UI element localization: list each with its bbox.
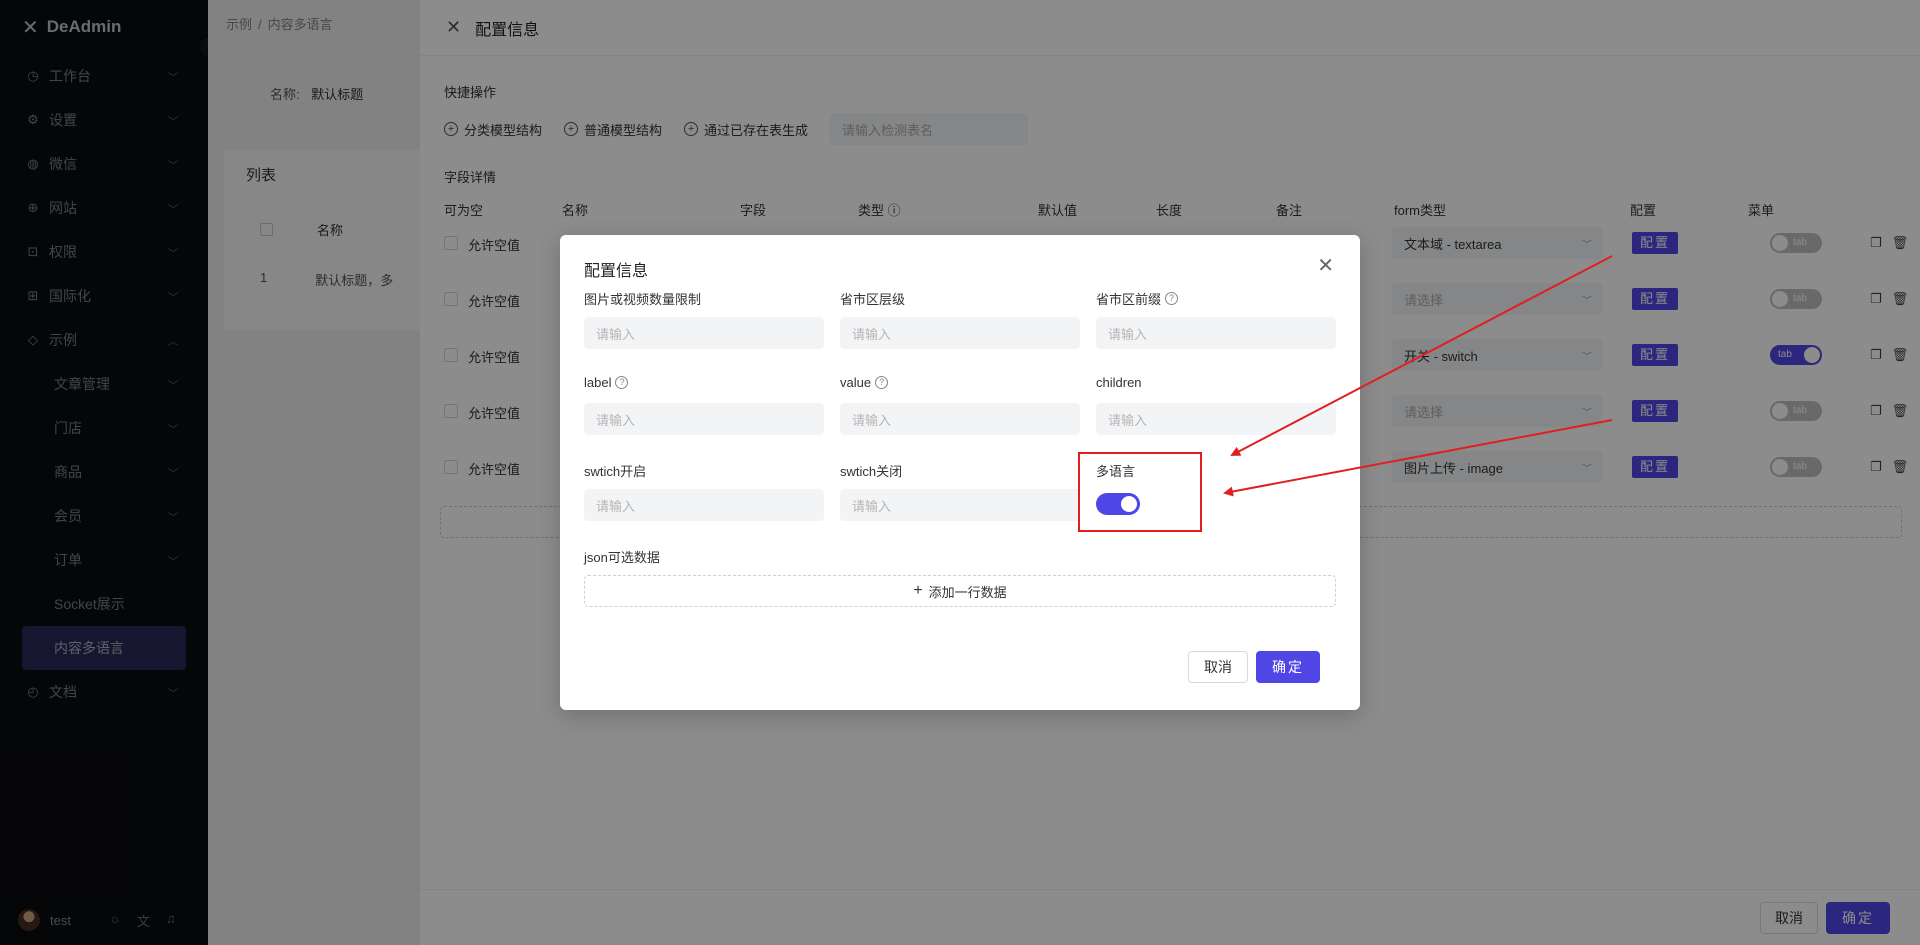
modal-confirm-button[interactable]: 确定 — [1256, 651, 1320, 683]
field-label-value: value? — [840, 375, 889, 390]
field-label-text: 省市区前缀 — [1096, 292, 1162, 307]
annotation-highlight-box — [1078, 452, 1202, 532]
modal-cancel-button[interactable]: 取消 — [1188, 651, 1248, 683]
field-label-media-limit: 图片或视频数量限制 — [584, 289, 701, 308]
region-prefix-input[interactable]: 请输入 — [1096, 317, 1336, 349]
value-key-input[interactable]: 请输入 — [840, 403, 1080, 435]
help-icon[interactable]: ? — [1165, 292, 1179, 305]
field-label-json-options: json可选数据 — [584, 547, 660, 566]
field-label-text: children — [1096, 375, 1142, 390]
close-icon[interactable]: ✕ — [1317, 253, 1334, 278]
field-label-text: 图片或视频数量限制 — [584, 292, 702, 307]
field-label-text: value — [840, 375, 872, 390]
label-key-input[interactable]: 请输入 — [584, 403, 824, 435]
field-label-label: label? — [584, 375, 629, 390]
field-label-switch-on: swtich开启 — [584, 461, 646, 480]
add-data-row-button[interactable]: + 添加一行数据 — [584, 575, 1336, 607]
switch-on-input[interactable]: 请输入 — [584, 489, 824, 521]
field-label-text: swtich关闭 — [840, 464, 903, 479]
region-level-input[interactable]: 请输入 — [840, 317, 1080, 349]
switch-off-input[interactable]: 请输入 — [840, 489, 1080, 521]
help-icon[interactable]: ? — [615, 376, 629, 389]
main-overlay-mask[interactable] — [0, 0, 420, 945]
field-label-region-level: 省市区层级 — [840, 289, 905, 308]
modal-title: 配置信息 — [584, 263, 649, 280]
field-label-text: json可选数据 — [584, 550, 660, 565]
children-key-input[interactable]: 请输入 — [1096, 403, 1336, 435]
field-label-region-prefix: 省市区前缀? — [1096, 289, 1179, 308]
field-label-text: 省市区层级 — [840, 292, 906, 307]
add-row-label: 添加一行数据 — [928, 584, 1007, 600]
field-label-text: swtich开启 — [584, 464, 647, 479]
field-label-switch-off: swtich关闭 — [840, 461, 902, 480]
config-modal: 配置信息 ✕ 图片或视频数量限制 请输入 省市区层级 请输入 省市区前缀? 请输… — [560, 235, 1360, 710]
field-label-children: children — [1096, 375, 1142, 390]
plus-icon: + — [913, 582, 923, 599]
help-icon[interactable]: ? — [875, 376, 889, 389]
media-limit-input[interactable]: 请输入 — [584, 317, 824, 349]
field-label-text: label — [584, 375, 612, 390]
